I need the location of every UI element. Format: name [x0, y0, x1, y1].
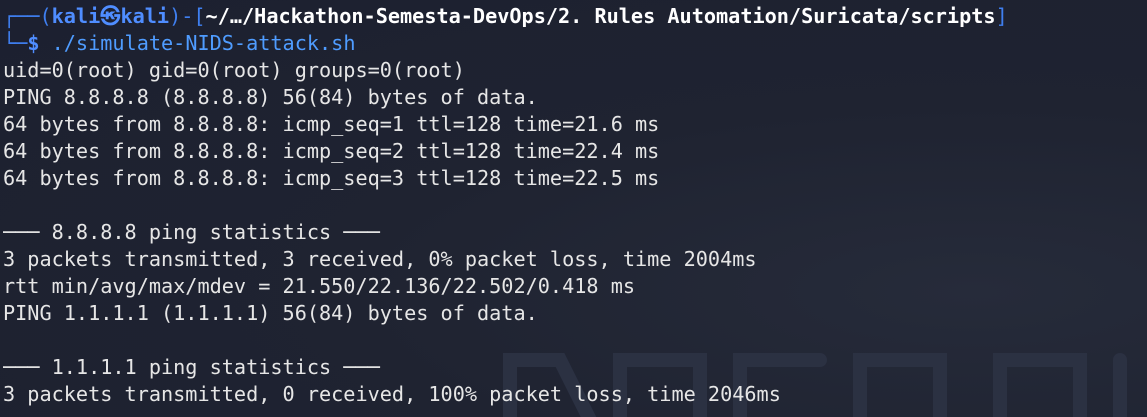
command-text: ./simulate-NIDS-attack.sh: [39, 31, 356, 55]
prompt-user: kali: [51, 4, 101, 28]
output-line: PING 8.8.8.8 (8.8.8.8) 56(84) bytes of d…: [3, 85, 538, 109]
command-line[interactable]: └─$ ./simulate-NIDS-attack.sh: [3, 30, 1147, 57]
output-line: 3 packets transmitted, 0 received, 100% …: [3, 382, 781, 406]
kali-at-icon: ㉿: [100, 4, 121, 28]
output-line: ─── 1.1.1.1 ping statistics ───: [3, 355, 380, 379]
output-line: 64 bytes from 8.8.8.8: icmp_seq=3 ttl=12…: [3, 166, 660, 190]
output-line: ─── 8.8.8.8 ping statistics ───: [3, 220, 380, 244]
prompt-bracket-end: ]: [995, 4, 1008, 28]
output-line: uid=0(root) gid=0(root) groups=0(root): [3, 58, 465, 82]
output-line: 3 packets transmitted, 3 received, 0% pa…: [3, 247, 757, 271]
prompt-line: ┌──(kali㉿kali)-[~/…/Hackathon-Semesta-De…: [3, 3, 1147, 30]
prompt-corner-bottom: └─: [3, 31, 28, 55]
prompt-host: kali: [120, 4, 170, 28]
output-line: 64 bytes from 8.8.8.8: icmp_seq=1 ttl=12…: [3, 112, 660, 136]
terminal-output: ┌──(kali㉿kali)-[~/…/Hackathon-Semesta-De…: [3, 3, 1147, 408]
output-line: rtt min/avg/max/mdev = 21.550/22.136/22.…: [3, 274, 636, 298]
output-line: PING 1.1.1.1 (1.1.1.1) 56(84) bytes of d…: [3, 301, 538, 325]
terminal-window[interactable]: ┌──(kali㉿kali)-[~/…/Hackathon-Semesta-De…: [0, 0, 1147, 417]
prompt-bracket-mid: )-[: [169, 4, 206, 28]
prompt-path: ~/…/Hackathon-Semesta-DevOps/2. Rules Au…: [205, 4, 996, 28]
output-line: 64 bytes from 8.8.8.8: icmp_seq=2 ttl=12…: [3, 139, 660, 163]
prompt-corner-top: ┌──(: [3, 4, 52, 28]
prompt-dollar: $: [27, 31, 40, 55]
